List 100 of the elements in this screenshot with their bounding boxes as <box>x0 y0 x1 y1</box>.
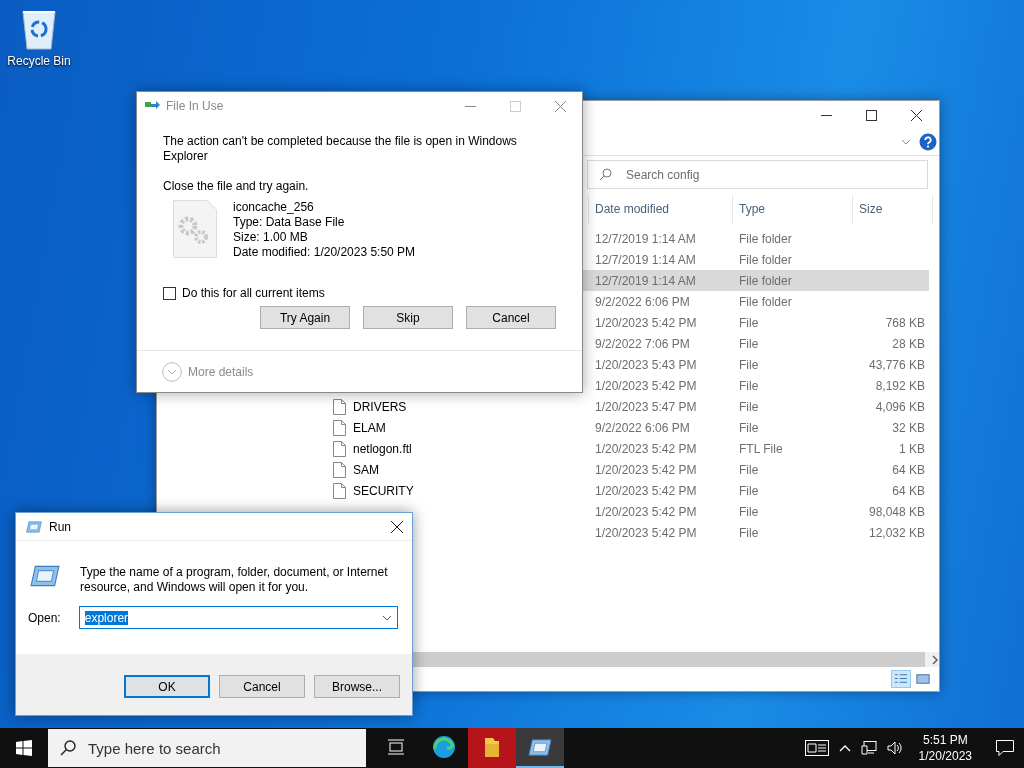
file-row[interactable]: ELAM 9/2/2022 6:06 PM File 32 KB <box>327 417 929 438</box>
dialog-button[interactable]: Cancel <box>466 306 556 329</box>
recycle-bin-icon[interactable] <box>20 8 58 50</box>
more-details-link[interactable]: More details <box>188 364 254 379</box>
checkbox-label[interactable]: Do this for all current items <box>182 286 325 300</box>
dialog-button[interactable]: Cancel <box>219 675 305 698</box>
folder-icon[interactable] <box>484 736 500 758</box>
table-cell-text: 1/20/2023 5:42 PM <box>594 378 698 393</box>
table-cell-text: File <box>738 483 760 498</box>
table-cell-text: File folder <box>738 231 793 246</box>
column-header[interactable]: Size <box>853 195 933 223</box>
dialog-button[interactable]: Skip <box>363 306 453 329</box>
table-cell: netlogon.ftl <box>353 441 412 456</box>
table-cell-text: 9/2/2022 7:06 PM <box>594 336 691 351</box>
table-cell-text: 12/7/2019 1:14 AM <box>594 231 697 246</box>
file-row[interactable]: SECURITY 1/20/2023 5:42 PM File 64 KB <box>327 480 929 501</box>
column-header[interactable]: Type <box>733 195 853 223</box>
taskbar-app[interactable] <box>468 728 516 768</box>
table-cell-text: File <box>738 525 760 540</box>
window-title: File In Use <box>166 99 225 113</box>
desktop-icon-label[interactable]: Recycle Bin <box>7 54 71 68</box>
table-cell: 64 KB <box>892 462 925 477</box>
table-cell: 12,032 KB <box>868 525 925 540</box>
table-cell-text: File <box>738 399 760 414</box>
file-name: iconcache_256 <box>233 200 315 215</box>
table-cell-text: 1/20/2023 5:43 PM <box>594 357 698 372</box>
network-icon[interactable] <box>860 740 877 756</box>
file-row[interactable]: DRIVERS 1/20/2023 5:47 PM File 4,096 KB <box>327 396 929 417</box>
instruction-text: Close the file and try again. <box>163 179 310 193</box>
search-icon <box>60 740 76 756</box>
close-icon[interactable] <box>911 109 922 121</box>
table-cell-text: File folder <box>738 252 793 267</box>
task-view-icon[interactable] <box>387 739 405 755</box>
field-label: Open: <box>28 610 61 625</box>
chevron-down-icon[interactable] <box>901 139 911 145</box>
dialog-button[interactable]: Try Again <box>260 306 350 329</box>
file-icon <box>333 440 346 457</box>
table-cell-text: 1/20/2023 5:42 PM <box>594 525 698 540</box>
table-cell-text: 1/20/2023 5:42 PM <box>594 441 698 456</box>
table-cell-text: 1/20/2023 5:42 PM <box>594 483 698 498</box>
table-cell: SECURITY <box>353 483 414 498</box>
table-cell: DRIVERS <box>353 399 407 414</box>
taskbar-app[interactable] <box>516 728 564 768</box>
table-cell: 43,776 KB <box>868 357 925 372</box>
file-type: Type: Data Base File <box>233 215 346 230</box>
file-date: Date modified: 1/20/2023 5:50 PM <box>233 245 416 260</box>
file-row[interactable]: SAM 1/20/2023 5:42 PM File 64 KB <box>327 459 929 480</box>
volume-icon[interactable] <box>886 740 903 756</box>
news-icon[interactable] <box>804 740 829 756</box>
table-cell-text: 1/20/2023 5:42 PM <box>594 462 698 477</box>
table-cell-text: 1/20/2023 5:42 PM <box>594 504 698 519</box>
table-cell: 1 KB <box>899 441 925 456</box>
table-cell-text: 1/20/2023 5:47 PM <box>594 399 698 414</box>
search-field[interactable]: Search config <box>587 160 928 189</box>
search-field[interactable]: Type here to search <box>48 729 366 767</box>
windows-logo-icon[interactable] <box>16 740 32 756</box>
table-cell: ELAM <box>353 420 386 435</box>
table-cell: 768 KB <box>885 315 925 330</box>
run-icon <box>30 565 60 587</box>
table-cell-text: File <box>738 315 760 330</box>
run-icon <box>26 520 42 533</box>
scroll-right-icon[interactable] <box>931 654 939 665</box>
file-size: Size: 1.00 MB <box>233 230 309 245</box>
column-header[interactable]: Date modified <box>589 195 733 223</box>
instruction-text: Type the name of a program, folder, document, or Internet resource, and Windows will open it for you. <box>80 565 389 595</box>
dialog-button[interactable]: OK <box>124 675 210 698</box>
table-cell-text: FTL File <box>738 441 784 456</box>
copy-file-icon <box>145 100 161 112</box>
file-icon <box>333 461 346 478</box>
table-cell-text: File <box>738 504 760 519</box>
notification-icon[interactable] <box>996 740 1014 756</box>
table-cell-text: File <box>738 336 760 351</box>
table-cell-text: File <box>738 462 760 477</box>
table-cell-text: 9/2/2022 6:06 PM <box>594 294 691 309</box>
command-field[interactable]: explorer <box>78 606 398 629</box>
table-cell-text: 1/20/2023 5:42 PM <box>594 315 698 330</box>
message-text: The action can't be completed because the file is open in Windows Explorer <box>163 134 518 164</box>
window-title: Run <box>49 519 72 534</box>
table-cell-text: File <box>738 420 760 435</box>
table-cell-text: 9/2/2022 6:06 PM <box>594 420 691 435</box>
help-icon[interactable] <box>919 133 937 151</box>
browser-icon[interactable] <box>432 735 456 759</box>
dialog-button[interactable]: Browse... <box>314 675 400 698</box>
table-cell: 32 KB <box>892 420 925 435</box>
details-view-icon[interactable] <box>891 670 911 688</box>
maximize-icon[interactable] <box>866 109 877 121</box>
clock[interactable]: 5:51 PM 1/20/2023 <box>918 732 972 764</box>
file-icon <box>333 482 346 499</box>
settings-file-icon <box>173 200 217 258</box>
chevron-up-icon[interactable] <box>838 744 851 752</box>
run-icon <box>528 738 552 756</box>
checkbox[interactable] <box>163 286 176 300</box>
table-cell: SAM <box>353 462 379 477</box>
file-row[interactable]: netlogon.ftl 1/20/2023 5:42 PM FTL File 1 KB <box>327 438 929 459</box>
file-icon <box>333 398 346 415</box>
table-cell: 8,192 KB <box>875 378 925 393</box>
dropdown-icon[interactable] <box>382 614 392 621</box>
table-cell-text: File <box>738 357 760 372</box>
close-icon[interactable] <box>391 520 403 533</box>
table-cell-text: File folder <box>738 273 793 288</box>
